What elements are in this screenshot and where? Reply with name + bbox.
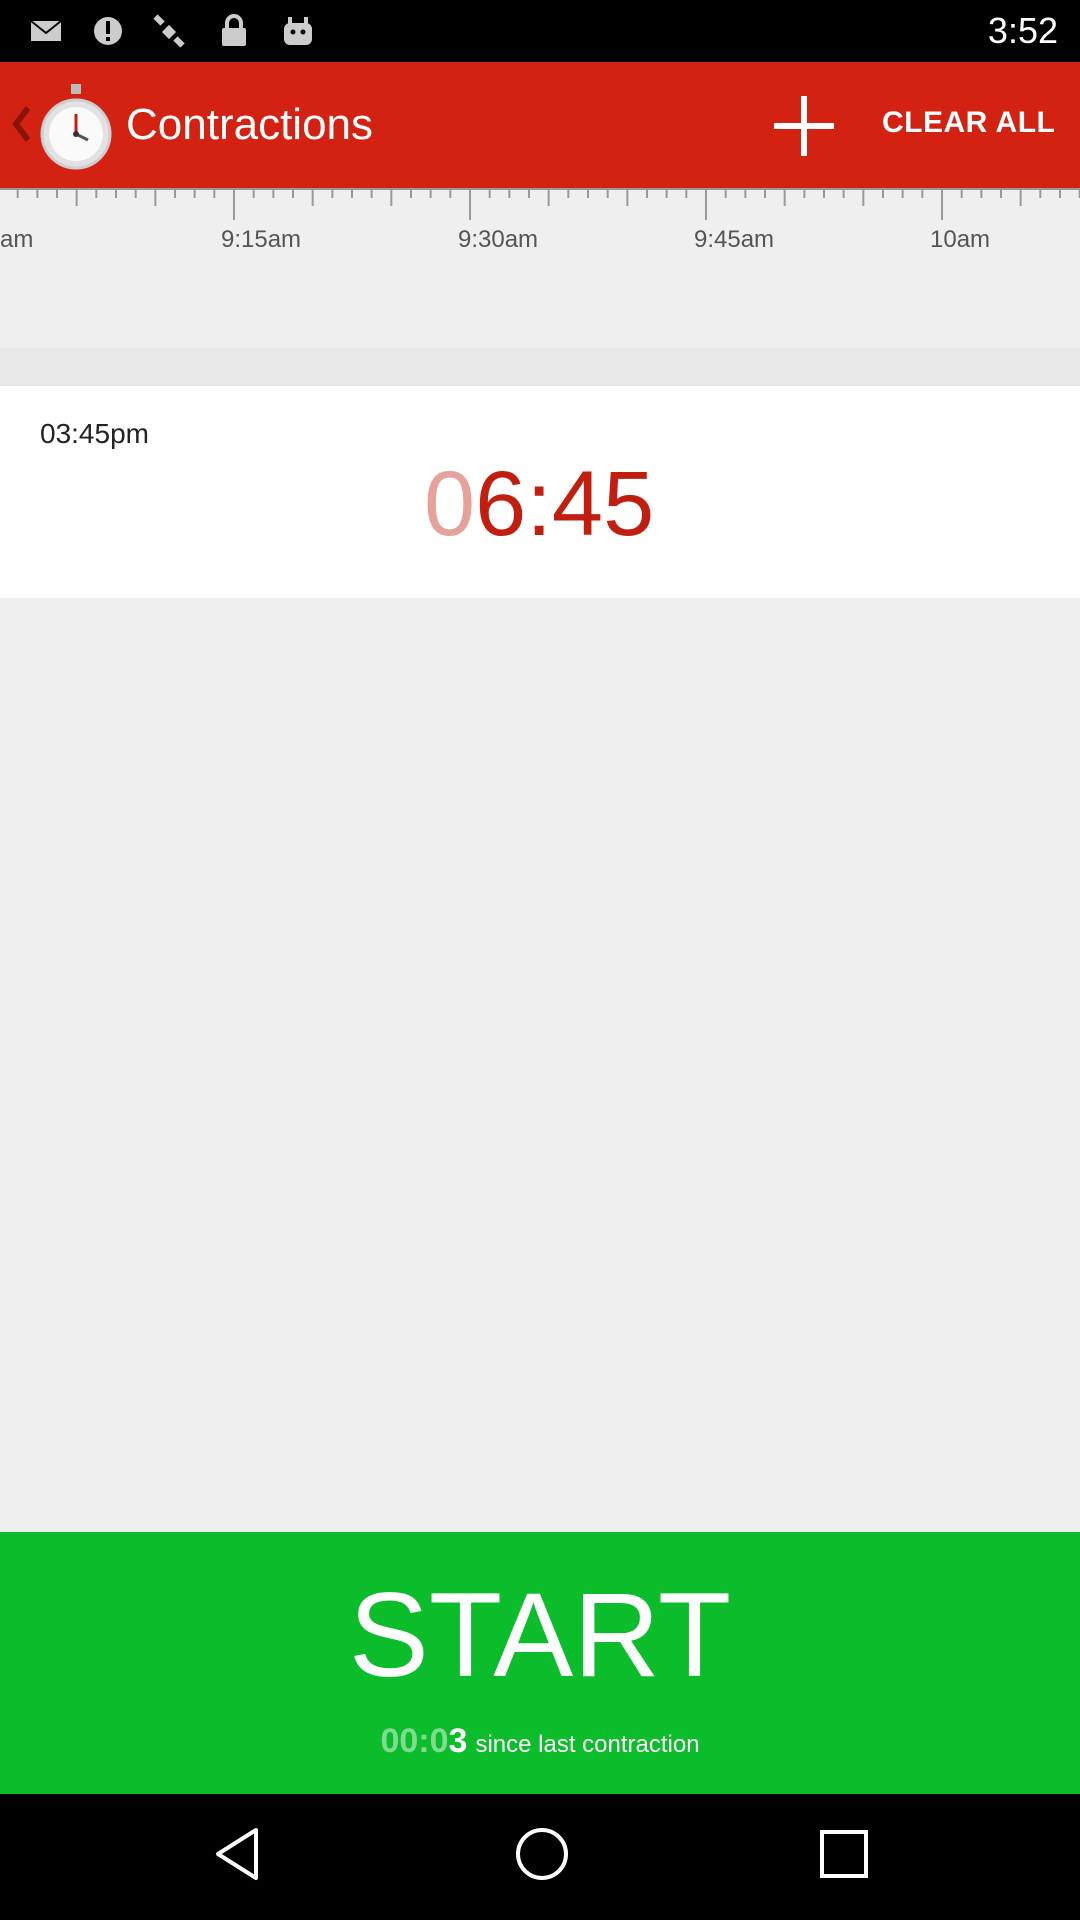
alert-icon (94, 17, 122, 45)
back-icon[interactable] (212, 1824, 262, 1884)
start-button[interactable]: START 00:03 since last contraction (0, 1532, 1080, 1794)
contraction-entry[interactable]: 03:45pm 06:45 (0, 386, 1080, 598)
stopwatch-icon[interactable] (38, 82, 114, 172)
since-last-contraction: 00:03 since last contraction (0, 1722, 1080, 1761)
mail-icon (30, 20, 62, 41)
timeline-label: am (0, 226, 34, 253)
home-icon[interactable] (512, 1824, 572, 1884)
timeline[interactable]: am 9:15am 9:30am 9:45am 10am (0, 188, 1080, 348)
entry-start-time: 03:45pm (40, 418, 149, 449)
back-chevron-icon[interactable] (10, 102, 32, 146)
status-bar: 3:52 (0, 0, 1080, 62)
timeline-label: 9:15am (221, 226, 302, 253)
add-button[interactable] (756, 88, 852, 164)
recents-icon[interactable] (818, 1824, 870, 1884)
satellite-icon (153, 14, 185, 48)
status-time: 3:52 (987, 10, 1058, 51)
since-text: since last contraction (475, 1731, 700, 1758)
duration-lead: 0 (424, 453, 476, 555)
lock-icon (222, 14, 246, 46)
entry-duration: 06:45 (424, 452, 654, 557)
android-icon (284, 17, 312, 45)
duration-value: 6:45 (475, 453, 655, 555)
timeline-label: 9:45am (694, 226, 775, 253)
timeline-label: 10am (930, 226, 991, 253)
since-lead: 00:0 (380, 1722, 449, 1760)
since-digit: 3 (448, 1722, 468, 1760)
navigation-bar (0, 1794, 1080, 1920)
divider-band (0, 348, 1080, 386)
plus-icon (774, 96, 834, 156)
app-bar: Contractions CLEAR ALL (0, 62, 1080, 188)
timeline-ruler (0, 188, 1080, 220)
clear-all-button[interactable]: CLEAR ALL (882, 106, 1055, 140)
timeline-label: 9:30am (458, 226, 539, 253)
start-label: START (348, 1568, 732, 1702)
app-title: Contractions (126, 100, 374, 149)
